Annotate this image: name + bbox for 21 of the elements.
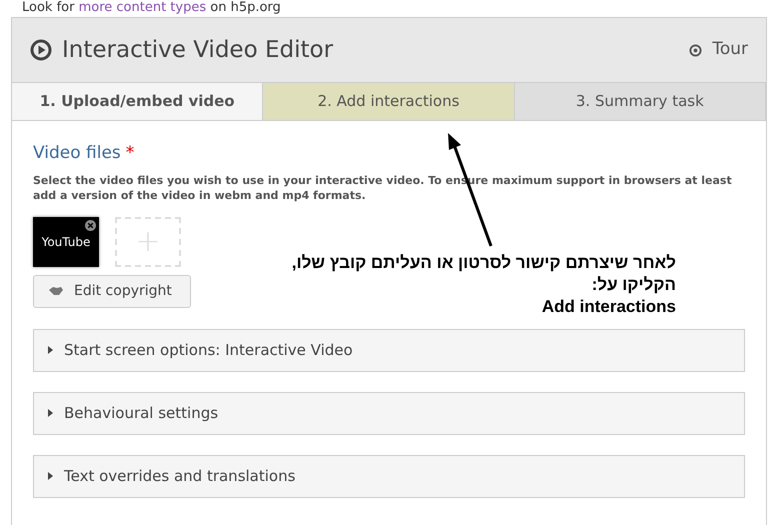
tab[interactable]: 1. Upload/embed video — [12, 83, 264, 120]
info-text: Look for more content types on h5p.org — [22, 0, 282, 16]
compass-icon — [689, 44, 702, 56]
tab[interactable]: 2. Add interactions — [263, 83, 515, 120]
collapsible-section[interactable]: Start screen options: Interactive Video — [33, 328, 745, 372]
annotation-text: לאחר שיצרתם קישור לסרטון או העליתם קובץ שלו, — [292, 252, 676, 274]
editor-title: Interactive Video Editor — [62, 36, 334, 65]
annotation-text: Add interactions — [542, 296, 676, 318]
collapsible-section[interactable]: Behavioural settings — [33, 392, 745, 434]
required-mark: * — [126, 142, 134, 165]
edit-copyright-button[interactable]: Edit copyright — [33, 274, 191, 308]
video-name: YouTube — [42, 234, 90, 250]
close-icon[interactable] — [85, 220, 96, 230]
content-types-link[interactable]: more content types — [78, 0, 206, 15]
play-icon — [30, 39, 52, 61]
video-thumbnail[interactable]: YouTube — [33, 216, 99, 266]
tour-button[interactable]: Tour — [689, 37, 748, 63]
tab[interactable]: 3. Summary task — [514, 83, 766, 120]
collapsible-section[interactable]: Text overrides and translations — [33, 454, 745, 498]
annotation-text: הקליקו על: — [592, 274, 676, 296]
field-label: Video files — [33, 142, 121, 165]
